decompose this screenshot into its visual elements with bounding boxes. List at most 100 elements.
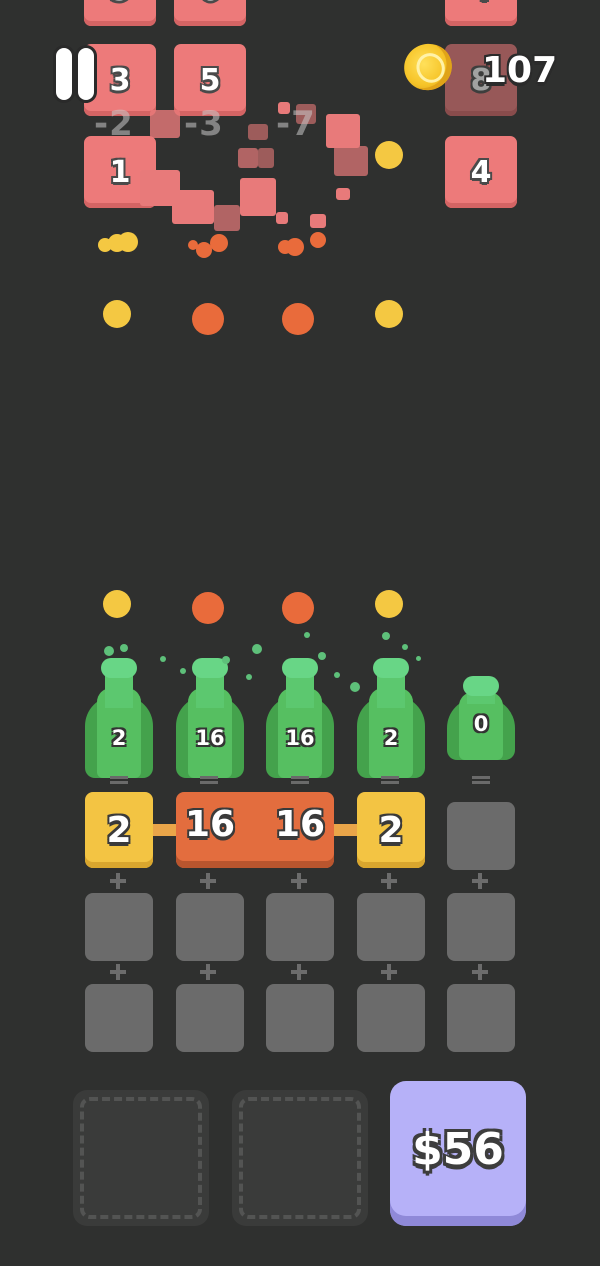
projectile bbox=[103, 590, 131, 618]
enemy-block: 4 bbox=[445, 0, 517, 26]
bottle-foam bbox=[373, 658, 409, 678]
enemy-value: 3 bbox=[109, 62, 131, 98]
plus-icon bbox=[472, 873, 488, 889]
empty-slot[interactable] bbox=[266, 984, 334, 1052]
enemy-value: 4 bbox=[470, 154, 492, 190]
foam-bubble bbox=[382, 632, 390, 640]
equals-connector bbox=[381, 776, 399, 784]
debris-fragment bbox=[240, 178, 276, 216]
plus-icon bbox=[200, 873, 216, 889]
foam-bubble bbox=[120, 644, 128, 652]
debris-fragment bbox=[150, 110, 180, 138]
enemy-block: 4 bbox=[445, 136, 517, 208]
bottle-value: 0 bbox=[473, 712, 489, 736]
debris-fragment bbox=[214, 205, 240, 231]
tile-value: 16 bbox=[274, 804, 326, 845]
enemy-block: 6 bbox=[174, 0, 246, 26]
debris-fragment bbox=[238, 148, 258, 168]
projectile bbox=[375, 141, 403, 169]
projectile bbox=[375, 590, 403, 618]
empty-slot[interactable] bbox=[176, 893, 244, 961]
empty-slot[interactable] bbox=[176, 984, 244, 1052]
plus-icon bbox=[110, 964, 126, 980]
foam-bubble bbox=[246, 674, 252, 680]
foam-bubble bbox=[180, 668, 186, 674]
bottle-foam bbox=[282, 658, 318, 678]
damage-number: -2 bbox=[94, 104, 134, 144]
buy-price: $56 bbox=[412, 1124, 504, 1175]
inventory-slot[interactable] bbox=[232, 1090, 368, 1226]
bottle-cannon: 2 bbox=[357, 648, 425, 778]
damage-number: -7 bbox=[276, 104, 316, 144]
empty-slot[interactable] bbox=[85, 893, 153, 961]
bottle-value: 2 bbox=[111, 726, 127, 750]
debris-fragment bbox=[336, 188, 350, 200]
pause-button[interactable] bbox=[50, 48, 98, 104]
projectile bbox=[103, 300, 131, 328]
bottle-foam bbox=[101, 658, 137, 678]
debris-fragment bbox=[310, 214, 326, 228]
inventory-slot[interactable] bbox=[73, 1090, 209, 1226]
foam-bubble bbox=[402, 644, 408, 650]
equals-connector bbox=[472, 776, 490, 784]
foam-bubble bbox=[252, 644, 262, 654]
debris-fragment bbox=[334, 146, 368, 176]
projectile bbox=[192, 592, 224, 624]
enemy-value: 5 bbox=[199, 62, 221, 98]
debris-fragment bbox=[326, 114, 360, 148]
foam-bubble bbox=[104, 646, 114, 656]
bottle-cap bbox=[463, 676, 499, 696]
foam-bubble bbox=[160, 656, 166, 662]
projectile bbox=[282, 303, 314, 335]
tile-link bbox=[330, 824, 360, 836]
equals-connector bbox=[291, 776, 309, 784]
tile-value: 16 bbox=[184, 804, 236, 845]
pause-icon bbox=[78, 48, 94, 100]
tile-value: 2 bbox=[106, 809, 132, 851]
projectile-puff bbox=[286, 238, 304, 256]
debris-fragment bbox=[258, 148, 274, 168]
debris-fragment bbox=[248, 124, 268, 140]
damage-number: -3 bbox=[184, 104, 224, 144]
empty-slot[interactable] bbox=[357, 984, 425, 1052]
empty-slot[interactable] bbox=[266, 893, 334, 961]
coin-count: 107 bbox=[482, 50, 558, 91]
bottle-value: 16 bbox=[285, 726, 315, 750]
empty-slot[interactable] bbox=[447, 984, 515, 1052]
tile-value: 2 bbox=[378, 809, 404, 851]
foam-bubble bbox=[222, 656, 230, 664]
plus-icon bbox=[291, 964, 307, 980]
debris-fragment bbox=[276, 212, 288, 224]
foam-bubble bbox=[318, 652, 326, 660]
grid-tile[interactable]: 2 bbox=[85, 792, 153, 868]
projectile bbox=[375, 300, 403, 328]
enemy-block: 5 bbox=[84, 0, 156, 26]
plus-icon bbox=[381, 964, 397, 980]
buy-tile-button[interactable]: $56 bbox=[390, 1081, 526, 1226]
bottle-cannon: 16 bbox=[266, 648, 334, 778]
bottle-cannon: 16 bbox=[176, 648, 244, 778]
enemy-value: 1 bbox=[109, 154, 131, 190]
bottle-value: 2 bbox=[383, 726, 399, 750]
foam-bubble bbox=[416, 656, 421, 661]
empty-slot[interactable] bbox=[447, 893, 515, 961]
plus-icon bbox=[110, 873, 126, 889]
empty-slot[interactable] bbox=[357, 893, 425, 961]
pause-icon bbox=[56, 48, 72, 100]
empty-slot[interactable] bbox=[85, 984, 153, 1052]
projectile bbox=[282, 592, 314, 624]
foam-bubble bbox=[334, 672, 340, 678]
grid-tile[interactable]: 2 bbox=[357, 792, 425, 868]
enemy-value: 4 bbox=[471, 0, 492, 8]
foam-bubble bbox=[350, 682, 360, 692]
plus-icon bbox=[200, 964, 216, 980]
projectile-puff bbox=[210, 234, 228, 252]
equals-connector bbox=[110, 776, 128, 784]
bottle-value: 16 bbox=[195, 726, 225, 750]
enemy-value: 6 bbox=[200, 0, 221, 8]
projectile-puff bbox=[310, 232, 326, 248]
bottle-cannon: 0 bbox=[447, 640, 515, 770]
plus-icon bbox=[472, 964, 488, 980]
foam-bubble bbox=[304, 632, 310, 638]
empty-slot[interactable] bbox=[447, 802, 515, 870]
